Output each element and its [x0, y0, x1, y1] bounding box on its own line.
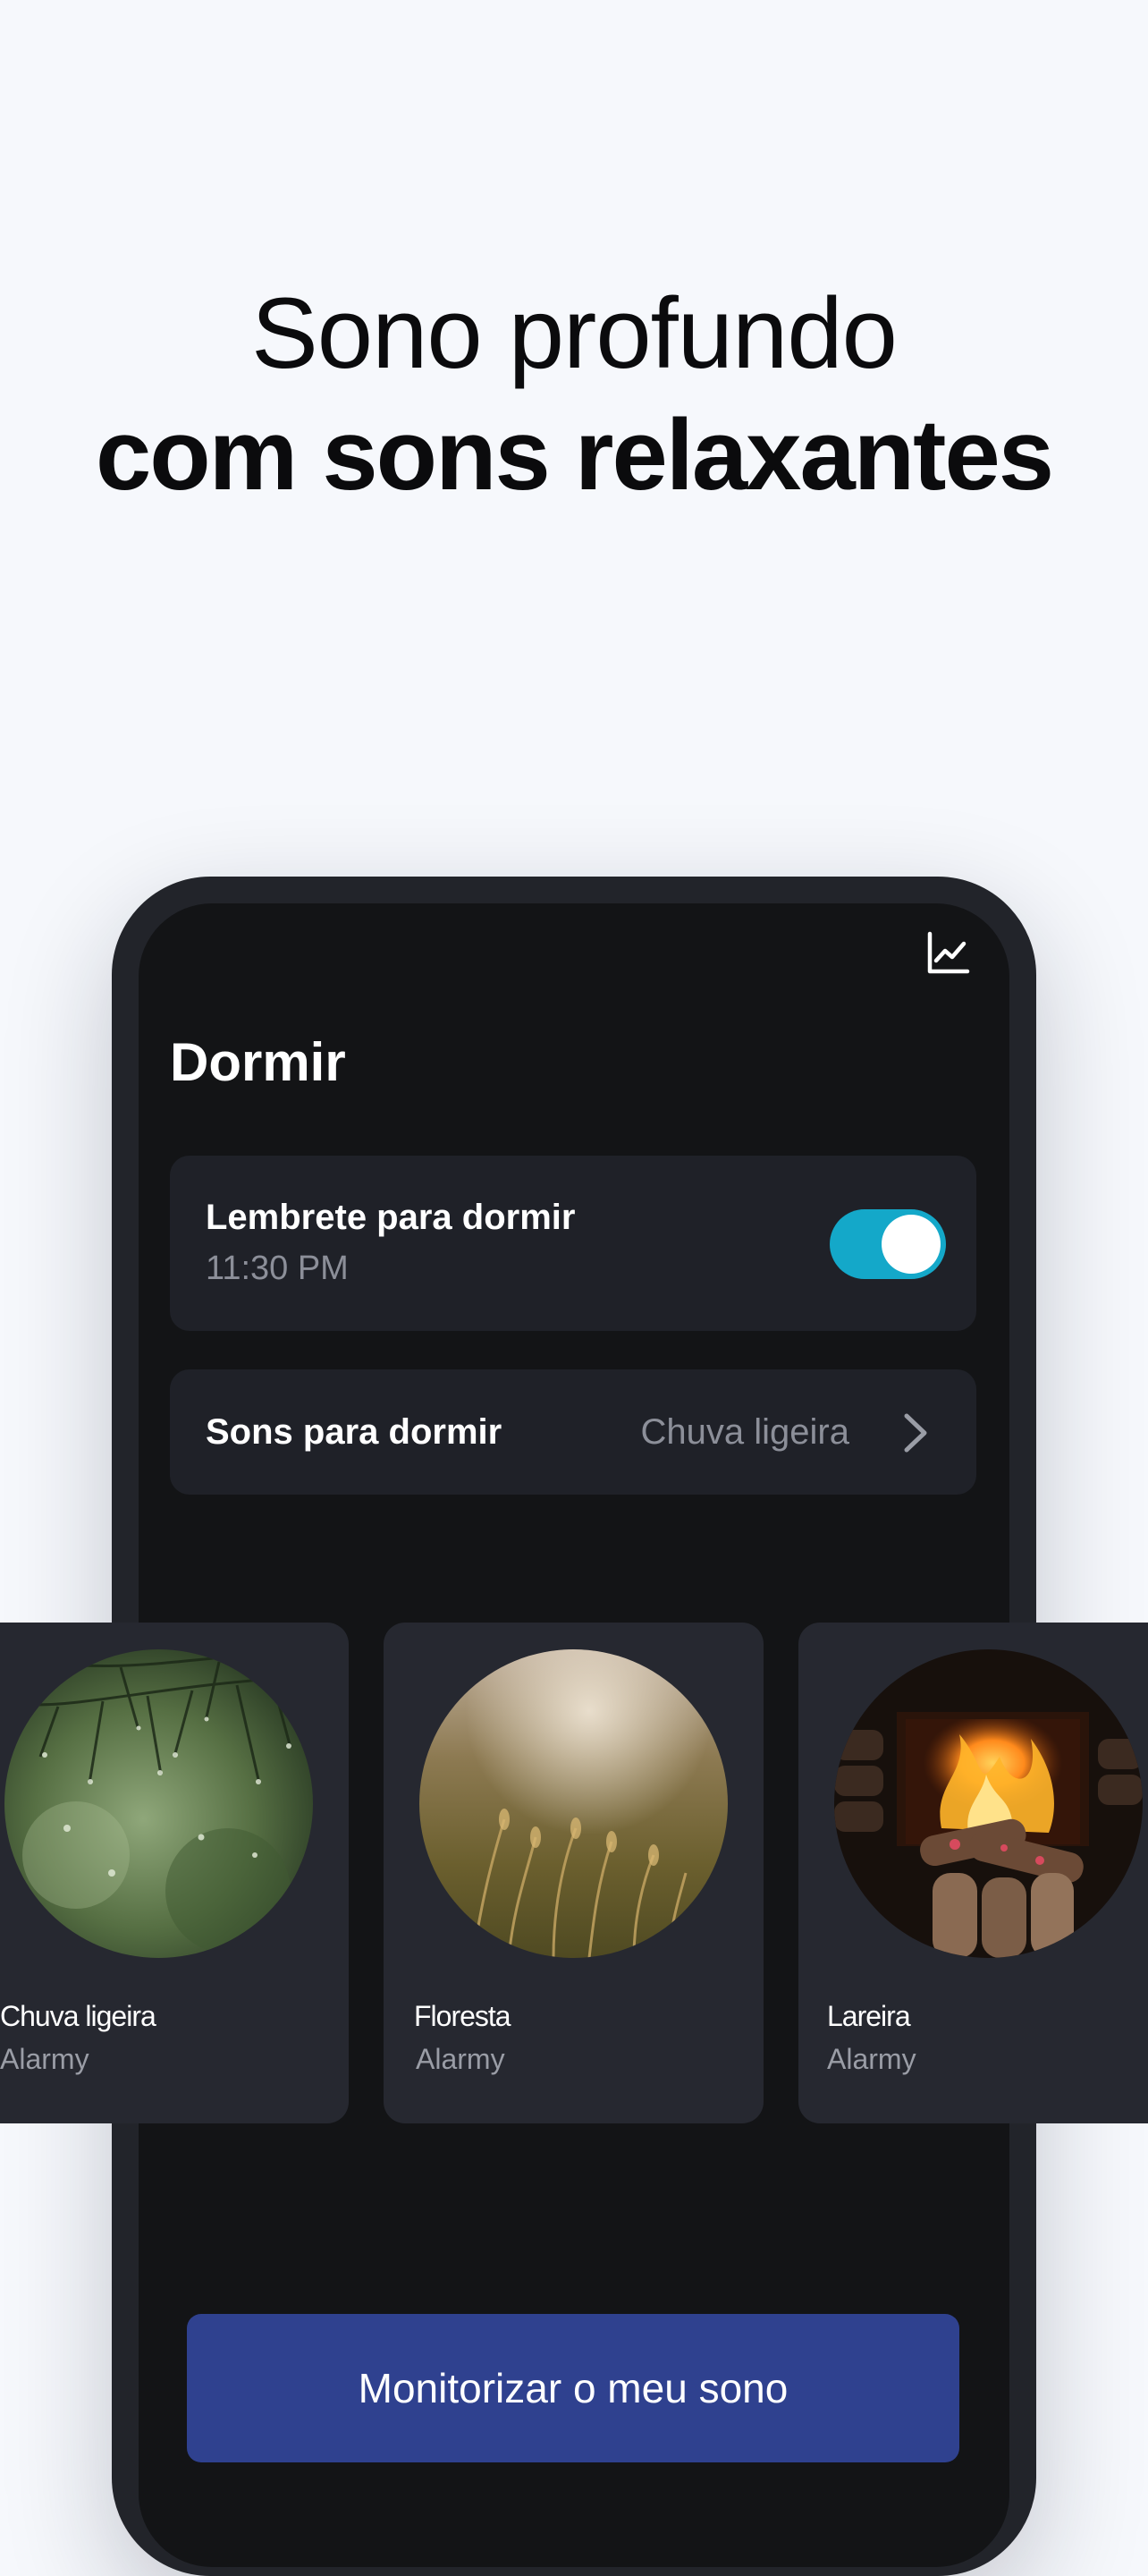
- tile-title: Lareira: [827, 2000, 911, 2032]
- tile-source: Alarmy: [0, 2043, 89, 2075]
- sound-tile-lareira[interactable]: Lareira Alarmy: [798, 1623, 1148, 2123]
- sound-tile-floresta[interactable]: Floresta Alarmy: [384, 1623, 764, 2123]
- page-title: Dormir: [170, 1032, 346, 1092]
- tile-source: Alarmy: [416, 2043, 505, 2075]
- toggle-knob: [882, 1215, 941, 1274]
- forest-photo: [419, 1649, 728, 1958]
- fireplace-photo: [834, 1649, 1143, 1958]
- rain-photo: [4, 1649, 313, 1958]
- tile-title: Chuva ligeira: [0, 2000, 156, 2032]
- sleep-sounds-value: Chuva ligeira: [640, 1412, 849, 1452]
- reminder-time: 11:30 PM: [206, 1250, 349, 1287]
- tile-source: Alarmy: [827, 2043, 916, 2075]
- sound-tile-chuva-ligeira[interactable]: Chuva ligeira Alarmy: [0, 1623, 349, 2123]
- headline-line-1: Sono profundo: [251, 277, 898, 389]
- line-chart-icon[interactable]: [926, 930, 971, 975]
- reminder-toggle[interactable]: [830, 1209, 946, 1279]
- sleep-sounds-label: Sons para dormir: [206, 1412, 502, 1452]
- promo-headline: Sono profundo com sons relaxantes: [0, 273, 1148, 516]
- headline-line-2: com sons relaxantes: [95, 399, 1054, 511]
- reminder-title: Lembrete para dormir: [206, 1198, 576, 1237]
- chevron-right-icon: [904, 1413, 927, 1453]
- track-sleep-button[interactable]: Monitorizar o meu sono: [187, 2314, 959, 2462]
- tile-title: Floresta: [414, 2000, 511, 2032]
